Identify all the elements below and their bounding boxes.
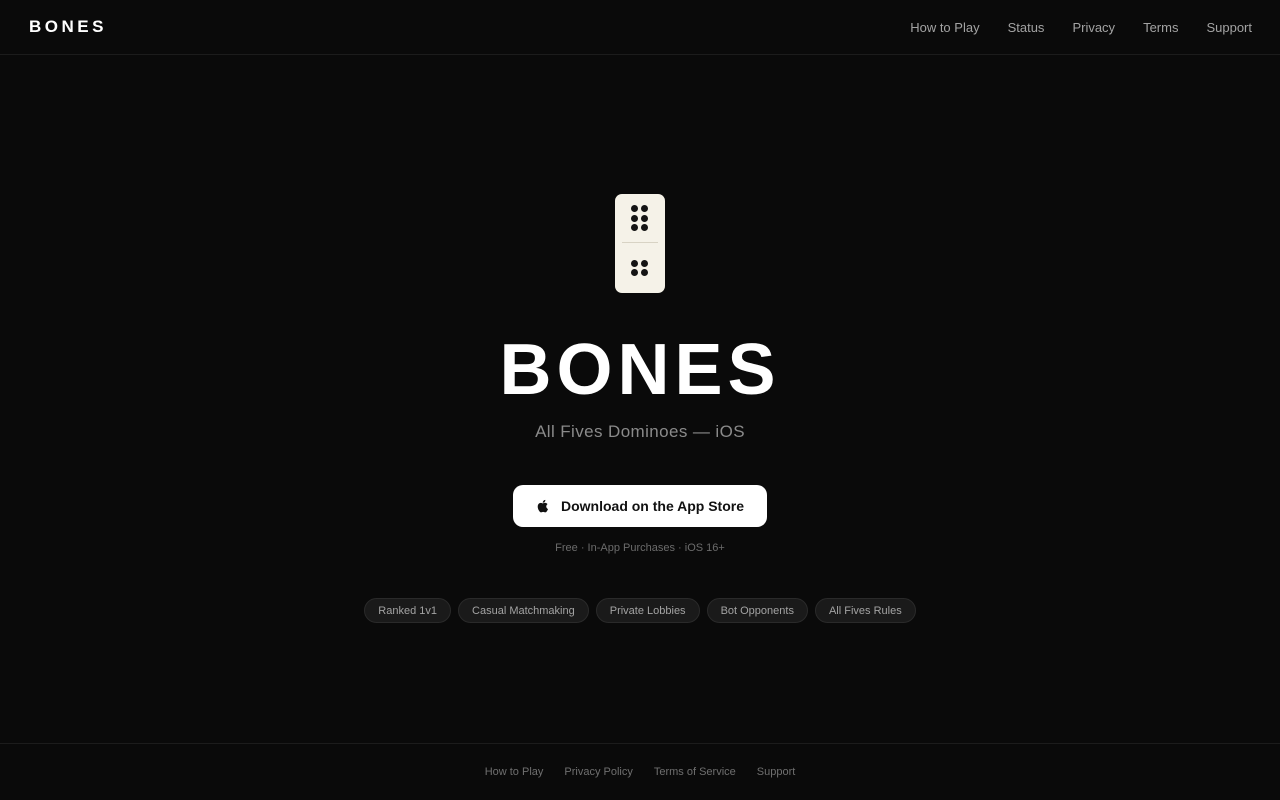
footer-link-how-to-play[interactable]: How to Play	[485, 766, 544, 778]
top-nav: How to Play Status Privacy Terms Support	[910, 0, 1252, 55]
feature-chip-bots: Bot Opponents	[706, 598, 808, 623]
app-store-button-label: Download on the App Store	[560, 498, 745, 514]
domino-divider	[622, 242, 658, 243]
pip	[641, 224, 648, 231]
brand-logo[interactable]: BONES	[29, 17, 107, 37]
page: BONES How to Play Status Privacy Terms S…	[0, 0, 1280, 800]
top-bar: BONES How to Play Status Privacy Terms S…	[0, 0, 1280, 55]
feature-chip-rules: All Fives Rules	[814, 598, 916, 623]
footer-link-privacy-policy[interactable]: Privacy Policy	[564, 766, 632, 778]
pip	[641, 269, 648, 276]
nav-how-to-play[interactable]: How to Play	[910, 20, 979, 35]
hero-subtitle: All Fives Dominoes — iOS	[535, 422, 745, 441]
apple-icon	[537, 499, 548, 513]
pip	[641, 260, 648, 267]
pip	[631, 205, 638, 212]
nav-privacy[interactable]: Privacy	[1072, 20, 1115, 35]
nav-status[interactable]: Status	[1008, 20, 1045, 35]
nav-support[interactable]: Support	[1206, 20, 1252, 35]
domino-top-half	[615, 194, 665, 243]
feature-chips: Ranked 1v1 Casual Matchmaking Private Lo…	[0, 598, 1280, 623]
app-store-download-button[interactable]: Download on the App Store	[513, 485, 767, 527]
pip	[631, 269, 638, 276]
hero-title: BONES	[499, 330, 781, 410]
footer-link-support[interactable]: Support	[757, 766, 796, 778]
footer-link-terms[interactable]: Terms of Service	[654, 766, 736, 778]
pip	[631, 260, 638, 267]
pip	[641, 205, 648, 212]
pricing-fineprint: Free · In-App Purchases · iOS 16+	[555, 542, 725, 554]
feature-chip-casual: Casual Matchmaking	[458, 598, 589, 623]
domino-bottom-half	[615, 244, 665, 293]
domino-tile	[615, 194, 665, 293]
pip	[631, 224, 638, 231]
nav-terms[interactable]: Terms	[1143, 20, 1178, 35]
feature-chip-ranked: Ranked 1v1	[364, 598, 452, 623]
pip	[641, 215, 648, 222]
footer: How to Play Privacy Policy Terms of Serv…	[0, 743, 1280, 800]
feature-chip-private-lobbies: Private Lobbies	[595, 598, 700, 623]
pip	[631, 215, 638, 222]
